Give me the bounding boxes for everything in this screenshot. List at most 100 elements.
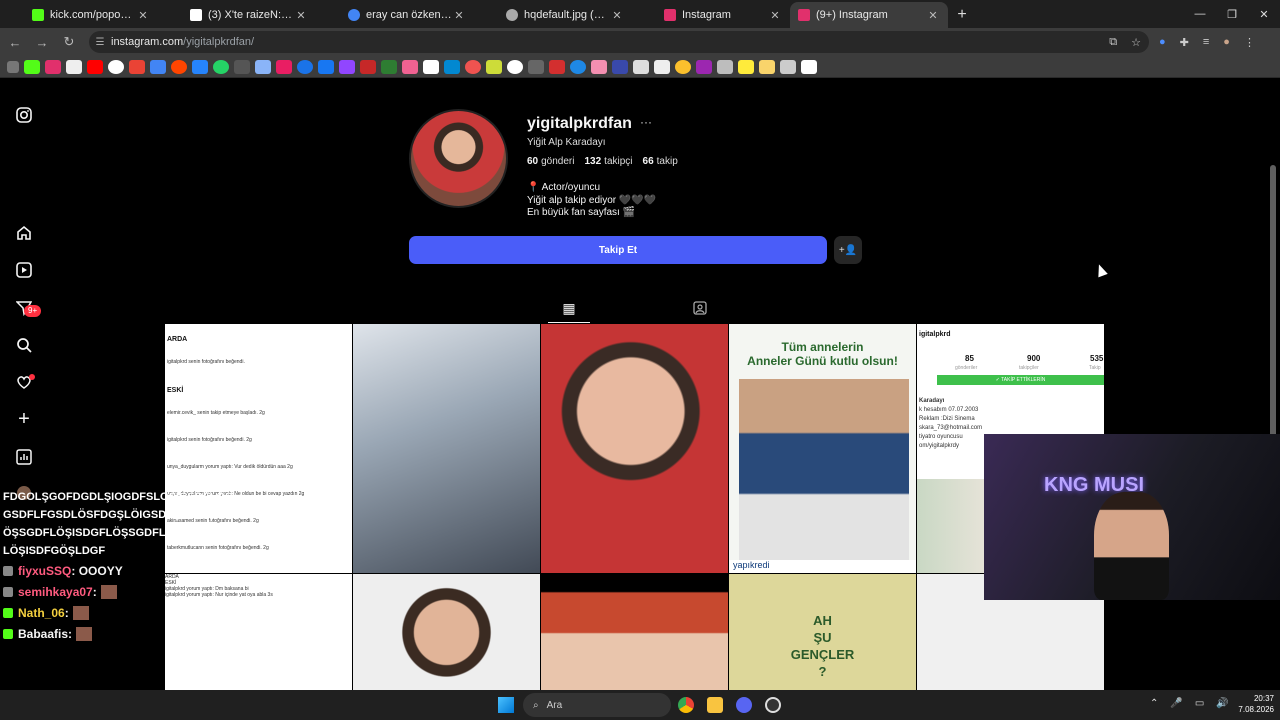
bookmark-icon[interactable]: [507, 59, 523, 74]
bookmark-icon[interactable]: [465, 59, 481, 74]
file-explorer-icon[interactable]: [707, 697, 723, 713]
tab-instagram[interactable]: Instagram ✕: [632, 2, 790, 28]
chrome-icon[interactable]: [678, 697, 694, 713]
bookmark-icon[interactable]: [255, 59, 271, 74]
bookmark-icon[interactable]: [612, 59, 628, 74]
volume-icon[interactable]: 🔊: [1216, 698, 1228, 709]
tab-google-search[interactable]: eray can özkenar küçüklük - Go✕: [316, 2, 474, 28]
discord-icon[interactable]: [736, 697, 752, 713]
post-thumbnail[interactable]: [353, 324, 540, 573]
close-icon[interactable]: ✕: [610, 9, 624, 22]
post-text: tiyatro oyuncusu: [919, 434, 963, 440]
bookmark-icon[interactable]: [654, 59, 670, 74]
bookmark-icon[interactable]: [570, 59, 586, 74]
instagram-logo-icon[interactable]: [14, 105, 34, 125]
following-count[interactable]: 66 takip: [643, 156, 678, 167]
follow-button[interactable]: Takip Et: [409, 236, 827, 264]
x-favicon-icon: [190, 9, 202, 21]
tagged-icon[interactable]: [692, 300, 708, 316]
bookmark-icon[interactable]: [591, 59, 607, 74]
search-icon[interactable]: [14, 335, 34, 355]
bookmark-icon[interactable]: [402, 59, 418, 74]
display-icon[interactable]: ▭: [1195, 698, 1204, 709]
close-window-icon[interactable]: ✕: [1248, 0, 1280, 28]
apps-grid-icon[interactable]: [7, 60, 19, 73]
bookmark-icon[interactable]: [696, 59, 712, 74]
tab-kick-chat[interactable]: kick.com/popout/eray/chat✕: [0, 2, 158, 28]
menu-dots-icon[interactable]: ⋮: [1244, 36, 1255, 49]
new-tab-button[interactable]: +: [948, 2, 976, 28]
taskbar-search[interactable]: ⌕ Ara: [523, 693, 671, 717]
bookmark-icon[interactable]: [45, 59, 61, 74]
extension-icon[interactable]: ●: [1159, 36, 1166, 48]
bookmark-icon[interactable]: [339, 59, 355, 74]
bookmark-icon[interactable]: [738, 59, 754, 74]
posts-grid-icon[interactable]: ▦: [561, 300, 577, 316]
home-icon[interactable]: [14, 223, 34, 243]
reels-icon[interactable]: [14, 260, 34, 280]
bookmark-icon[interactable]: [444, 59, 460, 74]
bookmark-icon[interactable]: [549, 59, 565, 74]
bookmark-icon[interactable]: [192, 59, 208, 74]
obs-icon[interactable]: [765, 697, 781, 713]
bookmark-icon[interactable]: [87, 59, 103, 74]
forward-icon[interactable]: →: [30, 30, 54, 54]
bookmark-icon[interactable]: [528, 59, 544, 74]
tab-instagram-active[interactable]: (9+) Instagram ✕: [790, 2, 948, 28]
bookmark-icon[interactable]: [633, 59, 649, 74]
more-options-icon[interactable]: ···: [640, 115, 652, 129]
bookmark-icon[interactable]: [66, 59, 82, 74]
profile-avatar[interactable]: [409, 109, 508, 208]
close-icon[interactable]: ✕: [294, 9, 308, 22]
close-icon[interactable]: ✕: [768, 9, 782, 22]
bookmark-star-icon[interactable]: ☆: [1131, 36, 1141, 49]
post-thumbnail[interactable]: [541, 324, 728, 573]
bookmark-icon[interactable]: [213, 59, 229, 74]
close-icon[interactable]: ✕: [926, 9, 940, 22]
bookmark-icon[interactable]: [129, 59, 145, 74]
suggested-users-icon[interactable]: +👤: [834, 236, 862, 264]
followers-count[interactable]: 132 takipçi: [584, 156, 632, 167]
windows-start-icon[interactable]: [498, 697, 514, 713]
chat-spam-line: GSDFLFGSDLÖSFDGŞLÖIGSDFŞLÖIÖŞGFGDFSLŞIG: [3, 509, 285, 521]
google-favicon-icon: [348, 9, 360, 21]
bookmark-icon[interactable]: [780, 59, 796, 74]
post-notification-text: igitalpkrd senin fotoğrafını beğendi.: [167, 359, 245, 365]
bookmark-icon[interactable]: [675, 59, 691, 74]
bookmark-icon[interactable]: [297, 59, 313, 74]
profile-avatar-icon[interactable]: ●: [1223, 36, 1230, 48]
bookmark-icon[interactable]: [276, 59, 292, 74]
puzzle-icon[interactable]: ✚: [1180, 36, 1189, 49]
bookmark-icon[interactable]: [234, 59, 250, 74]
bookmark-icon[interactable]: [150, 59, 166, 74]
tab-x-post[interactable]: (3) X'te raizeN: "kp*p hayranlar✕: [158, 2, 316, 28]
chevron-up-icon[interactable]: ⌃: [1150, 698, 1158, 709]
bookmark-icon[interactable]: [486, 59, 502, 74]
bookmark-icon[interactable]: [318, 59, 334, 74]
microphone-icon[interactable]: 🎤: [1170, 698, 1182, 709]
tab-image[interactable]: hqdefault.jpg (480×360)✕: [474, 2, 632, 28]
create-plus-icon[interactable]: +: [14, 408, 34, 430]
reload-icon[interactable]: ↻: [57, 30, 81, 54]
restore-icon[interactable]: ❐: [1216, 0, 1248, 28]
bookmark-icon[interactable]: [108, 59, 124, 74]
url-field[interactable]: ☰ instagram.com/yigitalpkrdfan/ ⧉ ☆: [89, 31, 1149, 53]
clock[interactable]: 20:37 7.08.2026: [1234, 693, 1274, 715]
bookmark-icon[interactable]: [381, 59, 397, 74]
bookmark-icon[interactable]: [423, 59, 439, 74]
close-icon[interactable]: ✕: [452, 9, 466, 22]
back-icon[interactable]: ←: [3, 30, 27, 54]
site-info-icon[interactable]: ☰: [89, 37, 111, 48]
reading-list-icon[interactable]: ≡: [1203, 36, 1209, 48]
post-thumbnail[interactable]: Tüm annelerin Anneler Günü kutlu olsun! …: [729, 324, 916, 573]
dashboard-icon[interactable]: [14, 447, 34, 467]
bookmark-icon[interactable]: [717, 59, 733, 74]
folder-icon[interactable]: [759, 59, 775, 74]
bookmark-icon[interactable]: [24, 59, 40, 74]
bookmark-icon[interactable]: [360, 59, 376, 74]
install-icon[interactable]: ⧉: [1109, 36, 1117, 49]
bookmark-icon[interactable]: [171, 59, 187, 74]
close-icon[interactable]: ✕: [136, 9, 150, 22]
minimize-icon[interactable]: —: [1184, 0, 1216, 28]
bookmark-icon[interactable]: [801, 59, 817, 74]
